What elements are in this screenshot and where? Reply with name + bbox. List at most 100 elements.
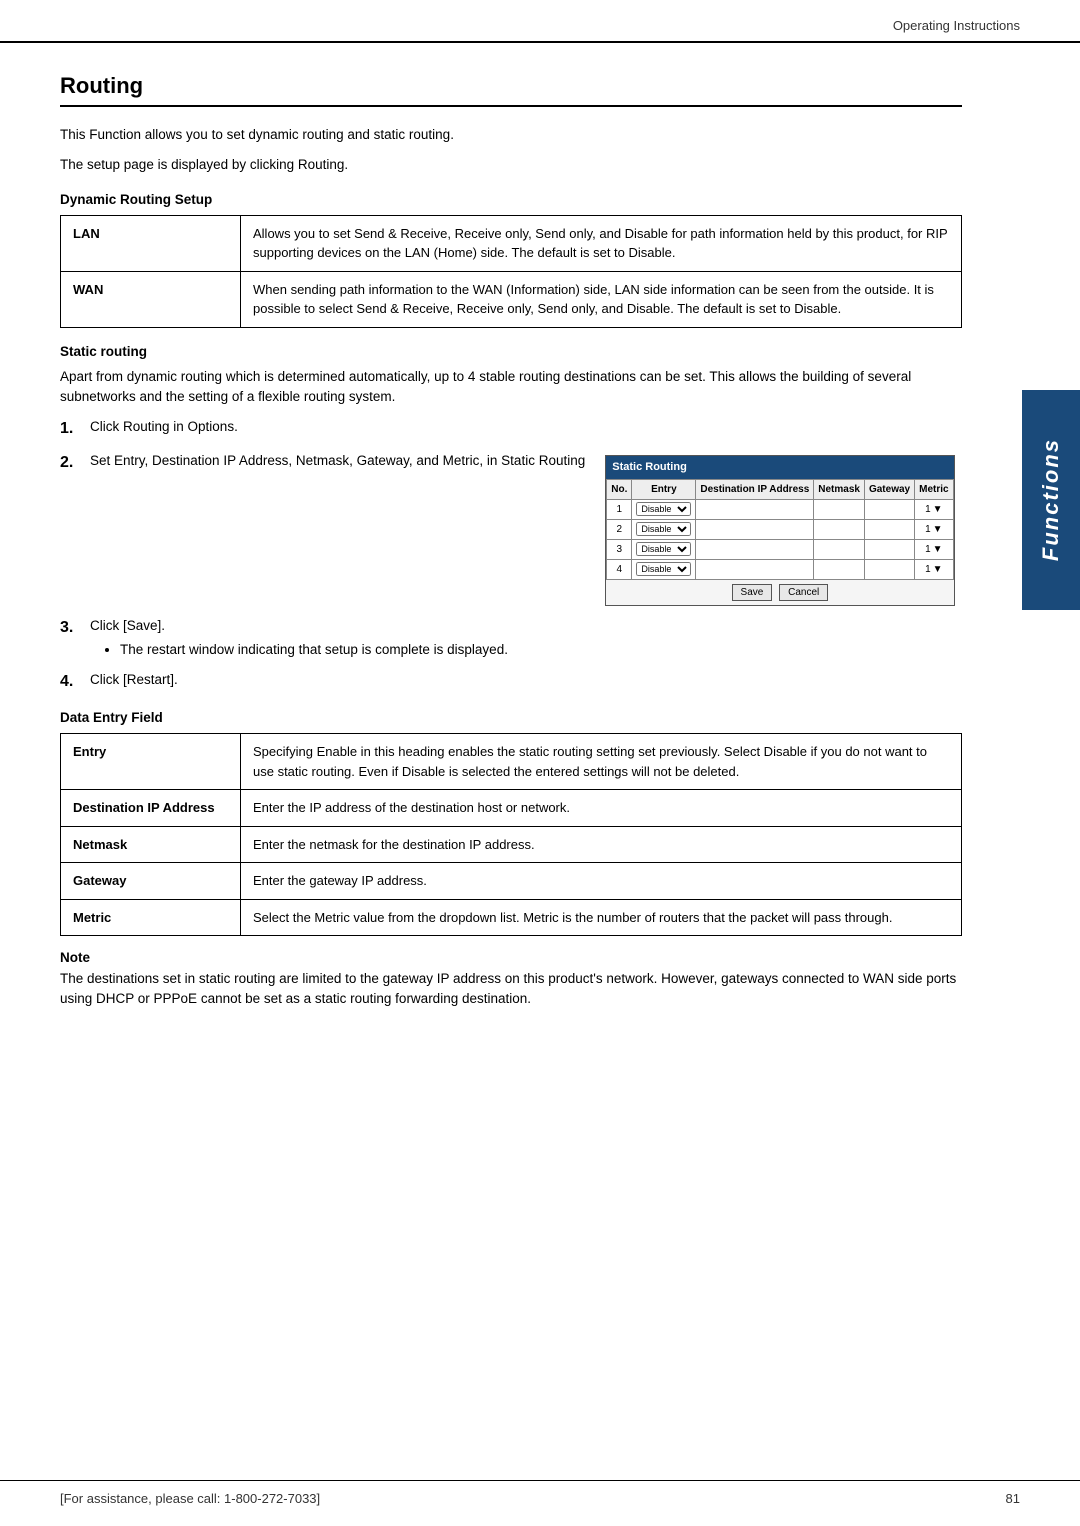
dynamic-routing-heading: Dynamic Routing Setup xyxy=(60,192,962,207)
col-no: No. xyxy=(607,479,632,499)
row1-no: 1 xyxy=(607,499,632,519)
metric-description: Select the Metric value from the dropdow… xyxy=(241,899,962,936)
lan-label: LAN xyxy=(61,215,241,271)
table-row: Destination IP Address Enter the IP addr… xyxy=(61,790,962,827)
step-3-content: Click [Save]. The restart window indicat… xyxy=(90,616,508,661)
step-2: 2. Set Entry, Destination IP Address, Ne… xyxy=(60,451,962,606)
side-tab-label: Functions xyxy=(1038,438,1064,561)
static-routing-mini-title: Static Routing xyxy=(606,456,953,479)
col-entry: Entry xyxy=(632,479,696,499)
step-1: 1. Click Routing in Options. xyxy=(60,417,962,441)
static-routing-description: Apart from dynamic routing which is dete… xyxy=(60,367,962,408)
mini-table-buttons: Save Cancel xyxy=(606,580,953,605)
metric-label: Metric xyxy=(61,899,241,936)
step-2-container: Set Entry, Destination IP Address, Netma… xyxy=(90,451,955,606)
row1-gateway xyxy=(864,499,914,519)
row4-gateway xyxy=(864,559,914,579)
row3-netmask xyxy=(814,539,865,559)
netmask-label: Netmask xyxy=(61,826,241,863)
main-content: Routing This Function allows you to set … xyxy=(0,43,1022,1050)
row1-entry-select[interactable]: DisableEnable xyxy=(636,502,691,516)
data-entry-heading: Data Entry Field xyxy=(60,710,962,725)
row3-dest xyxy=(696,539,814,559)
static-routing-heading: Static routing xyxy=(60,344,962,359)
table-row: 3 DisableEnable 1▼ xyxy=(607,539,953,559)
row3-metric[interactable]: 1▼ xyxy=(915,539,953,559)
cancel-button[interactable]: Cancel xyxy=(779,584,828,601)
table-row: Entry Specifying Enable in this heading … xyxy=(61,734,962,790)
step-3-number: 3. xyxy=(60,616,82,640)
row3-gateway xyxy=(864,539,914,559)
row4-entry-select[interactable]: DisableEnable xyxy=(636,562,691,576)
row2-no: 2 xyxy=(607,519,632,539)
static-routing-mini-table: No. Entry Destination IP Address Netmask… xyxy=(606,479,953,580)
table-row: LAN Allows you to set Send & Receive, Re… xyxy=(61,215,962,271)
row2-gateway xyxy=(864,519,914,539)
netmask-description: Enter the netmask for the destination IP… xyxy=(241,826,962,863)
table-row: 2 DisableEnable 1▼ xyxy=(607,519,953,539)
row2-entry-select[interactable]: DisableEnable xyxy=(636,522,691,536)
row2-entry[interactable]: DisableEnable xyxy=(632,519,696,539)
row1-dest xyxy=(696,499,814,519)
header-title: Operating Instructions xyxy=(893,18,1020,33)
step-4-number: 4. xyxy=(60,670,82,694)
dest-ip-label: Destination IP Address xyxy=(61,790,241,827)
table-row: Metric Select the Metric value from the … xyxy=(61,899,962,936)
step-3-bullets: The restart window indicating that setup… xyxy=(120,640,508,660)
row4-dest xyxy=(696,559,814,579)
row2-netmask xyxy=(814,519,865,539)
row4-entry[interactable]: DisableEnable xyxy=(632,559,696,579)
table-row: Netmask Enter the netmask for the destin… xyxy=(61,826,962,863)
row4-metric[interactable]: 1▼ xyxy=(915,559,953,579)
step-2-number: 2. xyxy=(60,451,82,475)
row1-entry[interactable]: DisableEnable xyxy=(632,499,696,519)
save-button[interactable]: Save xyxy=(732,584,773,601)
intro-paragraph-1: This Function allows you to set dynamic … xyxy=(60,125,962,145)
step-1-number: 1. xyxy=(60,417,82,441)
col-gateway: Gateway xyxy=(864,479,914,499)
data-entry-table: Entry Specifying Enable in this heading … xyxy=(60,733,962,936)
row4-netmask xyxy=(814,559,865,579)
page-header: Operating Instructions xyxy=(0,0,1080,43)
note-section: Note The destinations set in static rout… xyxy=(60,950,962,1010)
dynamic-routing-table: LAN Allows you to set Send & Receive, Re… xyxy=(60,215,962,328)
step-2-text: Set Entry, Destination IP Address, Netma… xyxy=(90,451,585,471)
gateway-label: Gateway xyxy=(61,863,241,900)
table-row: 1 DisableEnable 1▼ xyxy=(607,499,953,519)
wan-description: When sending path information to the WAN… xyxy=(241,271,962,327)
footer-page-number: 81 xyxy=(1006,1491,1020,1506)
step-4: 4. Click [Restart]. xyxy=(60,670,962,694)
step-3-text: Click [Save]. xyxy=(90,618,165,633)
side-tab: Functions xyxy=(1022,390,1080,610)
row3-entry-select[interactable]: DisableEnable xyxy=(636,542,691,556)
footer-support: [For assistance, please call: 1-800-272-… xyxy=(60,1491,320,1506)
step-3: 3. Click [Save]. The restart window indi… xyxy=(60,616,962,661)
step-3-bullet-1: The restart window indicating that setup… xyxy=(120,640,508,660)
col-metric: Metric xyxy=(915,479,953,499)
static-routing-mini-box: Static Routing No. Entry Destination IP … xyxy=(605,455,954,606)
entry-label: Entry xyxy=(61,734,241,790)
note-text: The destinations set in static routing a… xyxy=(60,969,962,1010)
row4-no: 4 xyxy=(607,559,632,579)
lan-description: Allows you to set Send & Receive, Receiv… xyxy=(241,215,962,271)
step-4-text: Click [Restart]. xyxy=(90,670,178,690)
table-row: WAN When sending path information to the… xyxy=(61,271,962,327)
page-footer: [For assistance, please call: 1-800-272-… xyxy=(0,1480,1080,1506)
col-dest: Destination IP Address xyxy=(696,479,814,499)
row1-metric[interactable]: 1▼ xyxy=(915,499,953,519)
table-row: 4 DisableEnable 1▼ xyxy=(607,559,953,579)
row1-netmask xyxy=(814,499,865,519)
col-netmask: Netmask xyxy=(814,479,865,499)
note-title: Note xyxy=(60,950,962,965)
intro-paragraph-2: The setup page is displayed by clicking … xyxy=(60,155,962,175)
row3-no: 3 xyxy=(607,539,632,559)
page-wrapper: Operating Instructions Functions Routing… xyxy=(0,0,1080,1526)
step-1-text: Click Routing in Options. xyxy=(90,417,238,437)
table-row: Gateway Enter the gateway IP address. xyxy=(61,863,962,900)
row2-metric[interactable]: 1▼ xyxy=(915,519,953,539)
gateway-description: Enter the gateway IP address. xyxy=(241,863,962,900)
row3-entry[interactable]: DisableEnable xyxy=(632,539,696,559)
row2-dest xyxy=(696,519,814,539)
page-title: Routing xyxy=(60,73,962,107)
wan-label: WAN xyxy=(61,271,241,327)
